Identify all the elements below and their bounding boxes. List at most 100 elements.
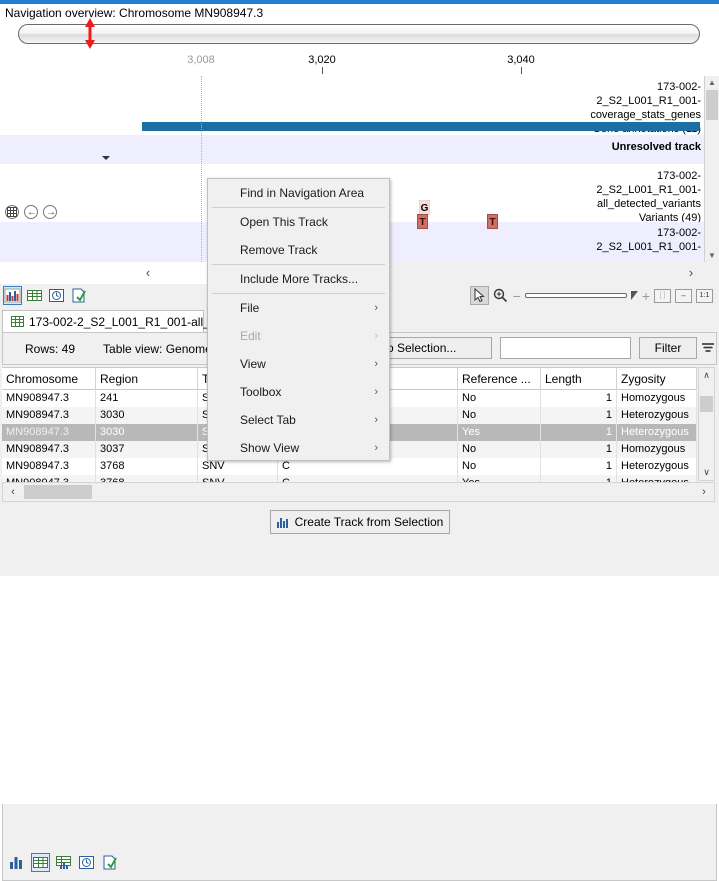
table-cell: 1: [541, 458, 617, 475]
track-name-line: 173-002-: [563, 80, 701, 94]
table-cell: 1: [541, 441, 617, 458]
track-row-gene-annotations[interactable]: 173-002- 2_S2_L001_R1_001- coverage_stat…: [0, 76, 705, 134]
track-name-line: 2_S2_L001_R1_001-: [563, 183, 701, 197]
track-scroll-left-button[interactable]: ‹: [137, 262, 159, 284]
table-cell: Heterozygous: [617, 458, 697, 475]
column-header[interactable]: Length: [541, 368, 617, 390]
table-icon[interactable]: [5, 205, 19, 219]
table-horizontal-scrollbar[interactable]: ‹ ›: [2, 482, 715, 502]
menu-item-toolbox[interactable]: Toolbox›: [208, 378, 389, 406]
ruler-tick-label: 3,040: [507, 54, 535, 66]
scrollbar-thumb[interactable]: [706, 90, 718, 120]
track-name-line: 173-002-: [563, 169, 701, 183]
menu-item-find-in-navigation-area[interactable]: Find in Navigation Area: [208, 179, 389, 207]
scroll-up-arrow-icon[interactable]: ▲: [705, 76, 719, 89]
scroll-right-arrow-icon[interactable]: ›: [694, 483, 714, 501]
scrollbar-thumb[interactable]: [24, 485, 92, 499]
chevron-right-icon: ›: [374, 350, 378, 378]
zoom-in-label[interactable]: +: [642, 289, 650, 303]
track-chart-icon[interactable]: [4, 287, 21, 304]
element-info-icon[interactable]: [101, 854, 118, 871]
menu-item-label: Edit: [240, 329, 261, 343]
zoom-slider-handle[interactable]: [631, 291, 638, 300]
tab-label: 173-002-2_S2_L001_R1_001-all_...: [29, 315, 220, 329]
ruler-tick-mark: [521, 67, 522, 74]
menu-item-label: Select Tab: [240, 413, 296, 427]
fit-width-icon[interactable]: ↔: [675, 289, 692, 303]
create-track-from-selection-button[interactable]: Create Track from Selection: [270, 510, 450, 534]
chevron-right-icon: ›: [374, 434, 378, 462]
column-header[interactable]: Chromosome: [2, 368, 96, 390]
navigation-overview-bar[interactable]: [18, 24, 700, 44]
scroll-left-arrow-icon[interactable]: ‹: [3, 483, 23, 501]
history-icon[interactable]: [78, 854, 95, 871]
zoom-out-label[interactable]: −: [513, 289, 521, 303]
table-chart-icon[interactable]: [55, 854, 72, 871]
track-row-unresolved[interactable]: Unresolved track: [0, 135, 705, 164]
scroll-down-arrow-icon[interactable]: ▼: [705, 249, 719, 262]
scrollbar-thumb[interactable]: [700, 396, 713, 412]
chevron-down-icon[interactable]: [102, 156, 110, 160]
column-header[interactable]: Reference ...: [458, 368, 541, 390]
variant-base-marker[interactable]: T: [487, 214, 498, 229]
table-icon[interactable]: [32, 854, 49, 871]
track-name-line: 173-002-: [563, 226, 701, 240]
navigation-overview-title: Navigation overview: Chromosome MN908947…: [5, 6, 263, 20]
table-cell: Homozygous: [617, 441, 697, 458]
chevron-right-icon: ›: [374, 322, 378, 350]
next-variant-icon[interactable]: →: [43, 205, 57, 219]
track-chart-icon[interactable]: [9, 854, 26, 871]
table-cell: MN908947.3: [2, 407, 96, 424]
filter-options-icon[interactable]: [701, 341, 715, 358]
menu-item-open-this-track[interactable]: Open This Track: [208, 208, 389, 236]
menu-item-label: Open This Track: [240, 215, 328, 229]
gene-annotation-bar[interactable]: [142, 122, 700, 131]
menu-item-view[interactable]: View›: [208, 350, 389, 378]
table-cell: MN908947.3: [2, 441, 96, 458]
filter-input[interactable]: [500, 337, 631, 359]
table-cell: 3037: [96, 441, 198, 458]
variant-base-marker[interactable]: T: [417, 214, 428, 229]
menu-item-label: Show View: [240, 441, 299, 455]
track-name-line: 2_S2_L001_R1_001-: [563, 240, 701, 254]
red-position-marker-icon[interactable]: [84, 18, 96, 50]
variant-base-marker[interactable]: G: [419, 200, 430, 215]
ruler-tick-mark: [322, 67, 323, 74]
scroll-up-arrow-icon[interactable]: ∧: [699, 368, 714, 383]
column-header[interactable]: Zygosity: [617, 368, 697, 390]
table-cell: 1: [541, 424, 617, 441]
menu-item-file[interactable]: File ›: [208, 294, 389, 322]
track-view-mode-icons: [4, 285, 87, 306]
table-cell: No: [458, 441, 541, 458]
menu-item-remove-track[interactable]: Remove Track: [208, 236, 389, 264]
track-view-scrollbar[interactable]: ▲ ▼: [704, 76, 719, 262]
menu-item-show-view[interactable]: Show View ›: [208, 434, 389, 462]
scroll-down-arrow-icon[interactable]: ∨: [699, 465, 714, 480]
menu-item-select-tab[interactable]: Select Tab›: [208, 406, 389, 434]
history-icon[interactable]: [48, 287, 65, 304]
menu-item-include-more-tracks[interactable]: Include More Tracks...: [208, 265, 389, 293]
menu-item-edit: Edit ›: [208, 322, 389, 350]
zoom-slider[interactable]: [525, 293, 627, 298]
chevron-right-icon: ›: [374, 294, 378, 322]
menu-item-label: File: [240, 301, 259, 315]
create-track-area: Create Track from Selection: [2, 505, 715, 555]
table-cell: Heterozygous: [617, 424, 697, 441]
column-header[interactable]: Region: [96, 368, 198, 390]
table-view-label: Table view: Genome: [103, 342, 212, 356]
filter-button[interactable]: Filter: [639, 337, 697, 359]
zoom-to-selection-icon[interactable]: [ ]: [654, 289, 671, 303]
create-from-selection-button[interactable]: o Selection...: [378, 337, 492, 359]
context-menu[interactable]: Find in Navigation Area Open This Track Re…: [207, 178, 390, 461]
zoom-100-icon[interactable]: 1:1: [696, 289, 713, 303]
track-scroll-right-button[interactable]: ›: [680, 262, 702, 284]
zoom-icon[interactable]: [492, 287, 509, 304]
zoom-controls: − + [ ] ↔ 1:1: [471, 285, 713, 306]
pointer-icon[interactable]: [471, 287, 488, 304]
track-hscroll-left-pane[interactable]: [0, 262, 207, 284]
table-icon[interactable]: [26, 287, 43, 304]
tab-variant-table[interactable]: 173-002-2_S2_L001_R1_001-all_...: [2, 310, 204, 332]
previous-variant-icon[interactable]: ←: [24, 205, 38, 219]
table-vertical-scrollbar[interactable]: ∧ ∨: [698, 367, 715, 481]
element-info-icon[interactable]: [70, 287, 87, 304]
